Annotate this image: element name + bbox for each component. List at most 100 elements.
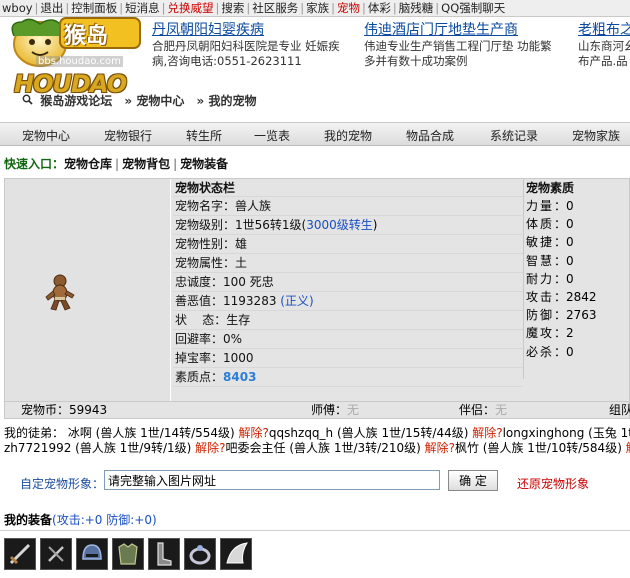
ad-title[interactable]: 丹凤朝阳妇婴疾病 xyxy=(152,22,360,39)
equipment-title: 我的装备 xyxy=(4,513,53,527)
disciple-entry[interactable]: 冰啊 (兽人族 1世/14转/554级) xyxy=(68,426,235,440)
logo-url: bbs.houdao.com xyxy=(36,56,123,67)
top-nav-item[interactable]: 社区服务 xyxy=(250,0,300,16)
ad-text: 病,咨询电话:0551-2623111 xyxy=(152,54,302,68)
pet-panel: 宠物状态栏 宠物名字：兽人族 宠物级别：1世56转1级(3000级转生) 宠物性… xyxy=(4,178,630,402)
dagger-icon[interactable] xyxy=(40,538,72,570)
stat-value: 2842 xyxy=(566,289,597,304)
quick-link-backpack[interactable]: 宠物背包 xyxy=(122,157,170,171)
ad-title[interactable]: 伟迪酒店门厅地垫生产商 xyxy=(364,22,572,39)
ad-block-3[interactable]: 老粗布之 山东商河幺 布产品.品 xyxy=(578,22,630,72)
site-logo[interactable]: 猴岛 bbs.houdao.com HOUDAO xyxy=(0,12,150,98)
release-link[interactable]: 解除? xyxy=(235,426,269,440)
equipment-stats: (攻击:+0 防御:+0) xyxy=(52,513,157,527)
stat-row: 智慧：0 xyxy=(524,252,630,270)
pet-state-row: 状 态：生存 xyxy=(173,311,523,330)
top-nav-item[interactable]: QQ强制聊天 xyxy=(439,0,507,16)
disciple-entry[interactable]: zh7721992 (兽人族 1世/9转/1级) xyxy=(4,441,191,455)
tab-system-log[interactable]: 系统记录 xyxy=(490,127,538,144)
tab-pet-center[interactable]: 宠物中心 xyxy=(22,127,70,144)
restore-image-link[interactable]: 还原宠物形象 xyxy=(517,475,589,492)
tab-my-pet[interactable]: 我的宠物 xyxy=(324,127,372,144)
pet-points-row: 素质点：8403 xyxy=(173,368,523,387)
separator: | xyxy=(173,157,178,171)
pet-gender-row: 宠物性别：雄 xyxy=(173,235,523,254)
status-heading: 宠物状态栏 xyxy=(173,179,523,197)
pet-master: 师傅：无 xyxy=(311,402,359,418)
stat-value: 0 xyxy=(566,199,574,213)
ad-block-1[interactable]: 丹凤朝阳妇婴疾病 合肥丹凤朝阳妇科医院是专业 妊娠疾 病,咨询电话:0551-2… xyxy=(152,22,360,72)
partner-label: 伴侣： xyxy=(459,403,496,417)
quick-link-warehouse[interactable]: 宠物仓库 xyxy=(64,157,112,171)
partner-value: 无 xyxy=(495,403,508,417)
search-icon xyxy=(22,94,34,108)
release-link[interactable]: 解除? xyxy=(421,441,455,455)
disciple-entry[interactable]: 枫竹 (兽人族 1世/10转/584级) xyxy=(455,441,622,455)
label: 状 态： xyxy=(175,313,227,327)
helmet-icon[interactable] xyxy=(76,538,108,570)
top-nav-item[interactable]: 兑换威望 xyxy=(166,0,216,16)
stat-label: 敏捷： xyxy=(526,235,569,250)
disciples-label: 我的徒弟： xyxy=(4,426,65,440)
disciples-line: zh7721992 (兽人族 1世/9转/1级) 解除?吧委会主任 (兽人族 1… xyxy=(4,441,630,456)
top-nav-item[interactable]: 家族 xyxy=(304,0,331,16)
stat-row: 体质：0 xyxy=(524,215,630,233)
breadcrumb-pet-center[interactable]: » 宠物中心 xyxy=(124,92,184,109)
pet-loyalty: 100 死忠 xyxy=(223,275,274,289)
tab-item-synthesis[interactable]: 物品合成 xyxy=(406,127,454,144)
ad-text: 伟迪专业生产销售工程门厅垫 功能繁 xyxy=(364,39,552,53)
pet-points: 8403 xyxy=(223,370,257,384)
stat-label: 必杀： xyxy=(526,344,569,359)
pet-name: 兽人族 xyxy=(235,199,272,213)
disciples-line: 我的徒弟： 冰啊 (兽人族 1世/14转/554级) 解除?qqshzqq_h … xyxy=(4,426,630,441)
label: 宠物性别： xyxy=(175,237,236,251)
top-nav-item[interactable]: 搜索 xyxy=(219,0,246,16)
stat-value: 0 xyxy=(566,235,574,250)
disciple-entry[interactable]: longxinghong (玉兔 1t xyxy=(503,426,630,440)
tab-pet-bank[interactable]: 宠物银行 xyxy=(104,127,152,144)
release-link[interactable]: 解除? xyxy=(468,426,502,440)
disciple-entry[interactable]: qqshzqq_h (兽人族 1世/15转/44级) xyxy=(269,426,468,440)
ad-title[interactable]: 老粗布之 xyxy=(578,22,630,39)
wing-icon[interactable] xyxy=(220,538,252,570)
divider xyxy=(0,530,630,531)
image-url-input[interactable] xyxy=(104,470,440,490)
tab-pet-family[interactable]: 宠物家族 xyxy=(572,127,620,144)
top-nav-item[interactable]: 宠物 xyxy=(335,0,362,16)
disciple-entry[interactable]: 吧委会主任 (兽人族 1世/3转/210级) xyxy=(226,441,421,455)
stat-value: 2763 xyxy=(566,308,597,323)
label: 回避率： xyxy=(175,332,224,346)
tab-overview[interactable]: 一览表 xyxy=(254,127,290,144)
stat-label: 魔攻： xyxy=(526,326,569,341)
quick-link-equipment[interactable]: 宠物装备 xyxy=(180,157,228,171)
stat-row: 敏捷：0 xyxy=(524,233,630,251)
breadcrumb-forum[interactable]: 猴岛游戏论坛 xyxy=(40,92,112,109)
stats-heading: 宠物素质 xyxy=(526,181,575,195)
release-link[interactable]: 解除? xyxy=(191,441,225,455)
pet-karma: 1193283 xyxy=(223,294,277,308)
stat-row: 魔攻：2 xyxy=(524,324,630,342)
breadcrumb-my-pet[interactable]: » 我的宠物 xyxy=(197,92,257,109)
tab-rebirth[interactable]: 转生所 xyxy=(186,127,222,144)
pet-state: 生存 xyxy=(226,313,251,327)
sword-icon[interactable] xyxy=(4,538,36,570)
ad-block-2[interactable]: 伟迪酒店门厅地垫生产商 伟迪专业生产销售工程门厅垫 功能繁 多并有数十成功案例 xyxy=(364,22,572,72)
boots-icon[interactable] xyxy=(148,538,180,570)
ad-text: 多并有数十成功案例 xyxy=(364,54,468,68)
pet-karma-row: 善恶值：1193283 (正义) xyxy=(173,292,523,311)
label: 素质点： xyxy=(175,370,224,384)
ring-icon[interactable] xyxy=(184,538,216,570)
pet-level-row: 宠物级别：1世56转1级(3000级转生) xyxy=(173,216,523,235)
release-link[interactable]: 解除 xyxy=(622,441,630,455)
top-nav-item[interactable]: 脑残糖 xyxy=(397,0,436,16)
stat-label: 防御： xyxy=(526,308,569,323)
top-nav-item[interactable]: 体彩 xyxy=(366,0,393,16)
armor-icon[interactable] xyxy=(112,538,144,570)
stat-value: 0 xyxy=(566,271,574,286)
rebirth-link[interactable]: 3000级转生 xyxy=(306,218,373,232)
pet-stats-column: 宠物素质 力量：0 体质：0 敏捷：0 智慧：0 耐力：0 攻击：2842 防御… xyxy=(523,179,630,379)
ad-text: 合肥丹凤朝阳妇科医院是专业 妊娠疾 xyxy=(152,39,340,53)
confirm-button[interactable]: 确 定 xyxy=(448,470,498,491)
quick-entry: 快速入口：宠物仓库 | 宠物背包 | 宠物装备 xyxy=(4,155,228,172)
breadcrumb: 猴岛游戏论坛 » 宠物中心 » 我的宠物 xyxy=(22,92,264,109)
